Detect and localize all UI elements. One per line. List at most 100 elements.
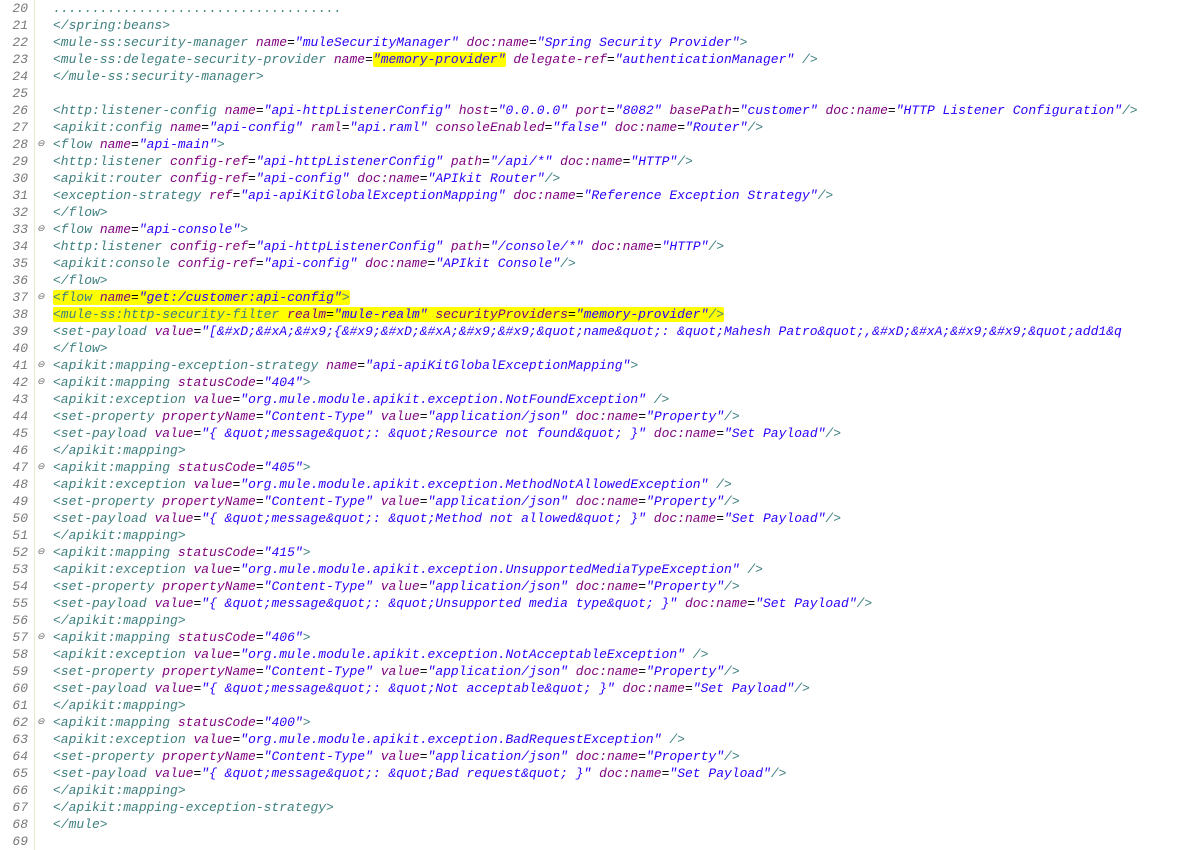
line-number[interactable]: 48: [0, 476, 28, 493]
line-number[interactable]: 41: [0, 357, 28, 374]
line-number[interactable]: 37: [0, 289, 28, 306]
code-line[interactable]: </apikit:mapping>: [53, 782, 1138, 799]
line-number[interactable]: 47: [0, 459, 28, 476]
line-number[interactable]: 51: [0, 527, 28, 544]
code-line[interactable]: </flow>: [53, 272, 1138, 289]
code-line[interactable]: [53, 833, 1138, 850]
line-number[interactable]: 34: [0, 238, 28, 255]
code-editor[interactable]: 2021222324252627282930313233343536373839…: [0, 0, 1201, 850]
line-number[interactable]: 36: [0, 272, 28, 289]
line-number[interactable]: 45: [0, 425, 28, 442]
code-line[interactable]: </mule-ss:security-manager>: [53, 68, 1138, 85]
code-line[interactable]: <set-property propertyName="Content-Type…: [53, 578, 1138, 595]
code-line[interactable]: </apikit:mapping>: [53, 697, 1138, 714]
code-line[interactable]: <apikit:router config-ref="api-config" d…: [53, 170, 1138, 187]
line-number[interactable]: 26: [0, 102, 28, 119]
code-line[interactable]: </apikit:mapping-exception-strategy>: [53, 799, 1138, 816]
line-number[interactable]: 28: [0, 136, 28, 153]
code-line[interactable]: <apikit:mapping statusCode="404">: [53, 374, 1138, 391]
line-number[interactable]: 31: [0, 187, 28, 204]
line-number[interactable]: 50: [0, 510, 28, 527]
code-line[interactable]: <apikit:mapping statusCode="406">: [53, 629, 1138, 646]
code-line[interactable]: <set-payload value="[&#xD;&#xA;&#x9;{&#x…: [53, 323, 1138, 340]
line-number[interactable]: 38: [0, 306, 28, 323]
line-number[interactable]: 42: [0, 374, 28, 391]
line-number[interactable]: 49: [0, 493, 28, 510]
code-line[interactable]: <set-property propertyName="Content-Type…: [53, 748, 1138, 765]
line-number[interactable]: 25: [0, 85, 28, 102]
code-line[interactable]: <set-property propertyName="Content-Type…: [53, 408, 1138, 425]
code-line[interactable]: <set-payload value="{ &quot;message&quot…: [53, 595, 1138, 612]
code-line[interactable]: <flow name="api-console">: [53, 221, 1138, 238]
line-number[interactable]: 54: [0, 578, 28, 595]
code-line[interactable]: </spring:beans>: [53, 17, 1138, 34]
line-number[interactable]: 62: [0, 714, 28, 731]
code-line[interactable]: <set-payload value="{ &quot;message&quot…: [53, 765, 1138, 782]
code-line[interactable]: <set-payload value="{ &quot;message&quot…: [53, 510, 1138, 527]
fold-toggle-icon[interactable]: ⊖: [37, 136, 45, 153]
line-number[interactable]: 46: [0, 442, 28, 459]
code-line[interactable]: <apikit:mapping statusCode="400">: [53, 714, 1138, 731]
fold-toggle-icon[interactable]: ⊖: [37, 289, 45, 306]
line-number[interactable]: 44: [0, 408, 28, 425]
fold-column[interactable]: ⊖⊖⊖⊖⊖⊖⊖⊖⊖: [35, 0, 49, 850]
line-number[interactable]: 66: [0, 782, 28, 799]
code-area[interactable]: ..................................... </…: [49, 0, 1138, 850]
code-line[interactable]: <mule-ss:security-manager name="muleSecu…: [53, 34, 1138, 51]
code-line[interactable]: <set-payload value="{ &quot;message&quot…: [53, 680, 1138, 697]
line-number[interactable]: 58: [0, 646, 28, 663]
line-number[interactable]: 33: [0, 221, 28, 238]
fold-toggle-icon[interactable]: ⊖: [37, 629, 45, 646]
line-number[interactable]: 63: [0, 731, 28, 748]
fold-toggle-icon[interactable]: ⊖: [37, 459, 45, 476]
code-line[interactable]: </flow>: [53, 204, 1138, 221]
fold-toggle-icon[interactable]: ⊖: [37, 221, 45, 238]
line-number[interactable]: 20: [0, 0, 28, 17]
code-line[interactable]: </apikit:mapping>: [53, 442, 1138, 459]
code-line[interactable]: <flow name="get:/customer:api-config">: [53, 289, 1138, 306]
line-number[interactable]: 53: [0, 561, 28, 578]
code-line[interactable]: <apikit:exception value="org.mule.module…: [53, 646, 1138, 663]
code-line[interactable]: <flow name="api-main">: [53, 136, 1138, 153]
line-number[interactable]: 52: [0, 544, 28, 561]
code-line[interactable]: <apikit:exception value="org.mule.module…: [53, 476, 1138, 493]
line-number[interactable]: 21: [0, 17, 28, 34]
code-line[interactable]: [53, 85, 1138, 102]
fold-toggle-icon[interactable]: ⊖: [37, 714, 45, 731]
line-number[interactable]: 56: [0, 612, 28, 629]
line-number[interactable]: 30: [0, 170, 28, 187]
code-line[interactable]: <apikit:exception value="org.mule.module…: [53, 561, 1138, 578]
line-number[interactable]: 43: [0, 391, 28, 408]
line-number[interactable]: 61: [0, 697, 28, 714]
line-number[interactable]: 24: [0, 68, 28, 85]
line-number[interactable]: 64: [0, 748, 28, 765]
line-number[interactable]: 27: [0, 119, 28, 136]
code-line[interactable]: <http:listener config-ref="api-httpListe…: [53, 153, 1138, 170]
line-number[interactable]: 32: [0, 204, 28, 221]
line-number[interactable]: 22: [0, 34, 28, 51]
line-number[interactable]: 40: [0, 340, 28, 357]
code-line[interactable]: <set-property propertyName="Content-Type…: [53, 493, 1138, 510]
code-line[interactable]: <apikit:mapping-exception-strategy name=…: [53, 357, 1138, 374]
line-number[interactable]: 69: [0, 833, 28, 850]
code-line[interactable]: <http:listener config-ref="api-httpListe…: [53, 238, 1138, 255]
code-line[interactable]: <apikit:exception value="org.mule.module…: [53, 391, 1138, 408]
fold-toggle-icon[interactable]: ⊖: [37, 544, 45, 561]
line-number[interactable]: 39: [0, 323, 28, 340]
code-line[interactable]: <apikit:exception value="org.mule.module…: [53, 731, 1138, 748]
code-line[interactable]: <exception-strategy ref="api-apiKitGloba…: [53, 187, 1138, 204]
line-number[interactable]: 59: [0, 663, 28, 680]
code-line[interactable]: .....................................: [53, 0, 1138, 17]
code-line[interactable]: </apikit:mapping>: [53, 527, 1138, 544]
line-number[interactable]: 57: [0, 629, 28, 646]
line-number[interactable]: 23: [0, 51, 28, 68]
fold-toggle-icon[interactable]: ⊖: [37, 374, 45, 391]
line-number[interactable]: 55: [0, 595, 28, 612]
code-line[interactable]: </mule>: [53, 816, 1138, 833]
line-number[interactable]: 67: [0, 799, 28, 816]
code-line[interactable]: <apikit:mapping statusCode="415">: [53, 544, 1138, 561]
fold-toggle-icon[interactable]: ⊖: [37, 357, 45, 374]
code-line[interactable]: <mule-ss:delegate-security-provider name…: [53, 51, 1138, 68]
line-number[interactable]: 68: [0, 816, 28, 833]
line-number[interactable]: 35: [0, 255, 28, 272]
